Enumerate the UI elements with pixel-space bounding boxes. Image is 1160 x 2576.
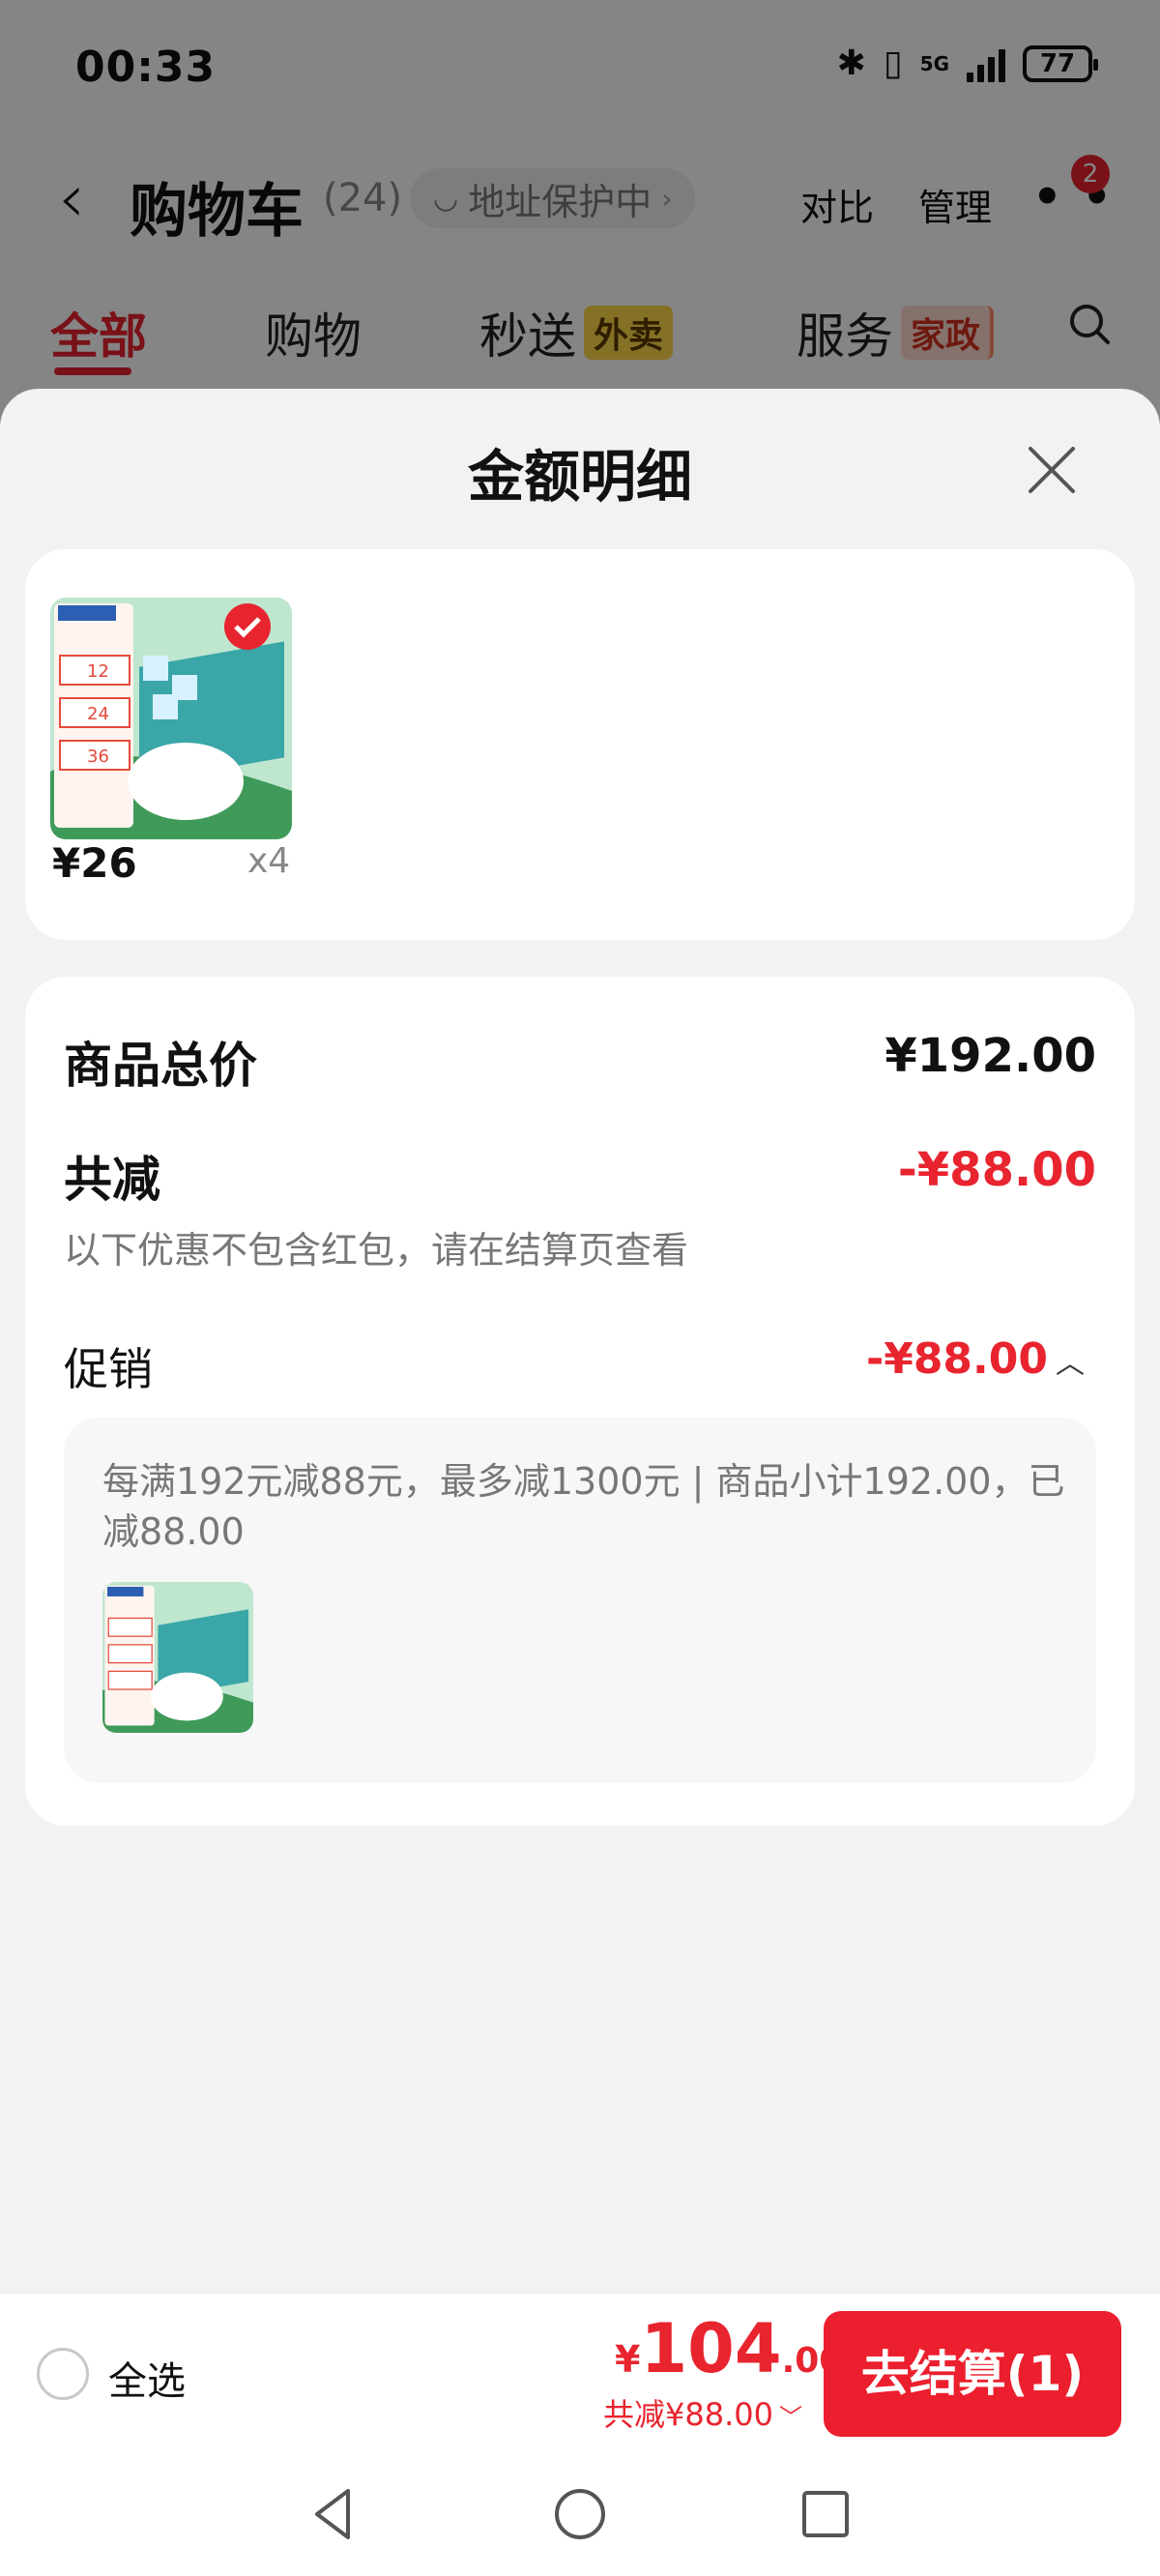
saving-summary[interactable]: 共减¥88.00 ﹀	[603, 2390, 802, 2435]
checkout-button[interactable]: 去结算(1)	[824, 2311, 1121, 2437]
saving-text: 共减¥88.00	[603, 2396, 773, 2433]
discount-value: -¥88.00	[897, 1143, 1096, 1197]
promotion-detail-box: 每满192元减88元，最多减1300元 | 商品小计192.00，已减88.00	[64, 1418, 1096, 1783]
chevron-up-icon: ︿	[1056, 1347, 1085, 1381]
checkout-bar: 全选 ¥104.00 共减¥88.00 ﹀ 去结算(1)	[0, 2292, 1160, 2452]
product-card: 12 24 36 ¥26 x4	[25, 549, 1135, 940]
discount-note: 以下优惠不包含红包，请在结算页查看	[64, 1229, 689, 1272]
chevron-down-icon: ﹀	[778, 2404, 802, 2431]
product-thumbnail[interactable]: 12 24 36	[50, 598, 292, 839]
svg-text:24: 24	[87, 704, 109, 724]
promotion-value: -¥88.00	[865, 1334, 1048, 1384]
total-price: ¥104.00	[615, 2309, 843, 2388]
discount-label: 共减	[64, 1152, 160, 1208]
system-nav-bar	[0, 2452, 1160, 2576]
promotion-label: 促销	[64, 1343, 153, 1395]
total-integer: 104	[640, 2309, 782, 2388]
sheet-title: 金额明细	[467, 444, 692, 510]
select-all-label[interactable]: 全选	[108, 2350, 186, 2406]
circle-home-icon[interactable]	[549, 2483, 611, 2545]
promotion-product-thumbnail[interactable]	[102, 1582, 253, 1733]
close-icon[interactable]	[1025, 443, 1079, 497]
dim-overlay[interactable]	[0, 0, 1160, 425]
promotion-toggle[interactable]: -¥88.00 ︿	[866, 1334, 1085, 1384]
square-recents-icon[interactable]	[795, 2483, 856, 2545]
amount-detail-sheet: 金额明细 12 24 36 ¥26 x4 商品总价 ¥192.00 共减 -¥8…	[0, 389, 1160, 2292]
currency-symbol: ¥	[615, 2338, 641, 2381]
product-unit-price: ¥26	[52, 839, 137, 887]
product-quantity: x4	[247, 841, 291, 881]
select-all-checkbox[interactable]	[37, 2348, 89, 2400]
goods-total-value: ¥192.00	[884, 1029, 1096, 1083]
price-detail-card: 商品总价 ¥192.00 共减 -¥88.00 以下优惠不包含红包，请在结算页查…	[25, 977, 1135, 1826]
svg-text:12: 12	[87, 661, 109, 682]
promotion-description: 每满192元减88元，最多减1300元 | 商品小计192.00，已减88.00	[102, 1460, 1065, 1553]
goods-total-label: 商品总价	[64, 1038, 257, 1094]
svg-text:36: 36	[87, 746, 109, 767]
triangle-back-icon[interactable]	[304, 2483, 365, 2545]
